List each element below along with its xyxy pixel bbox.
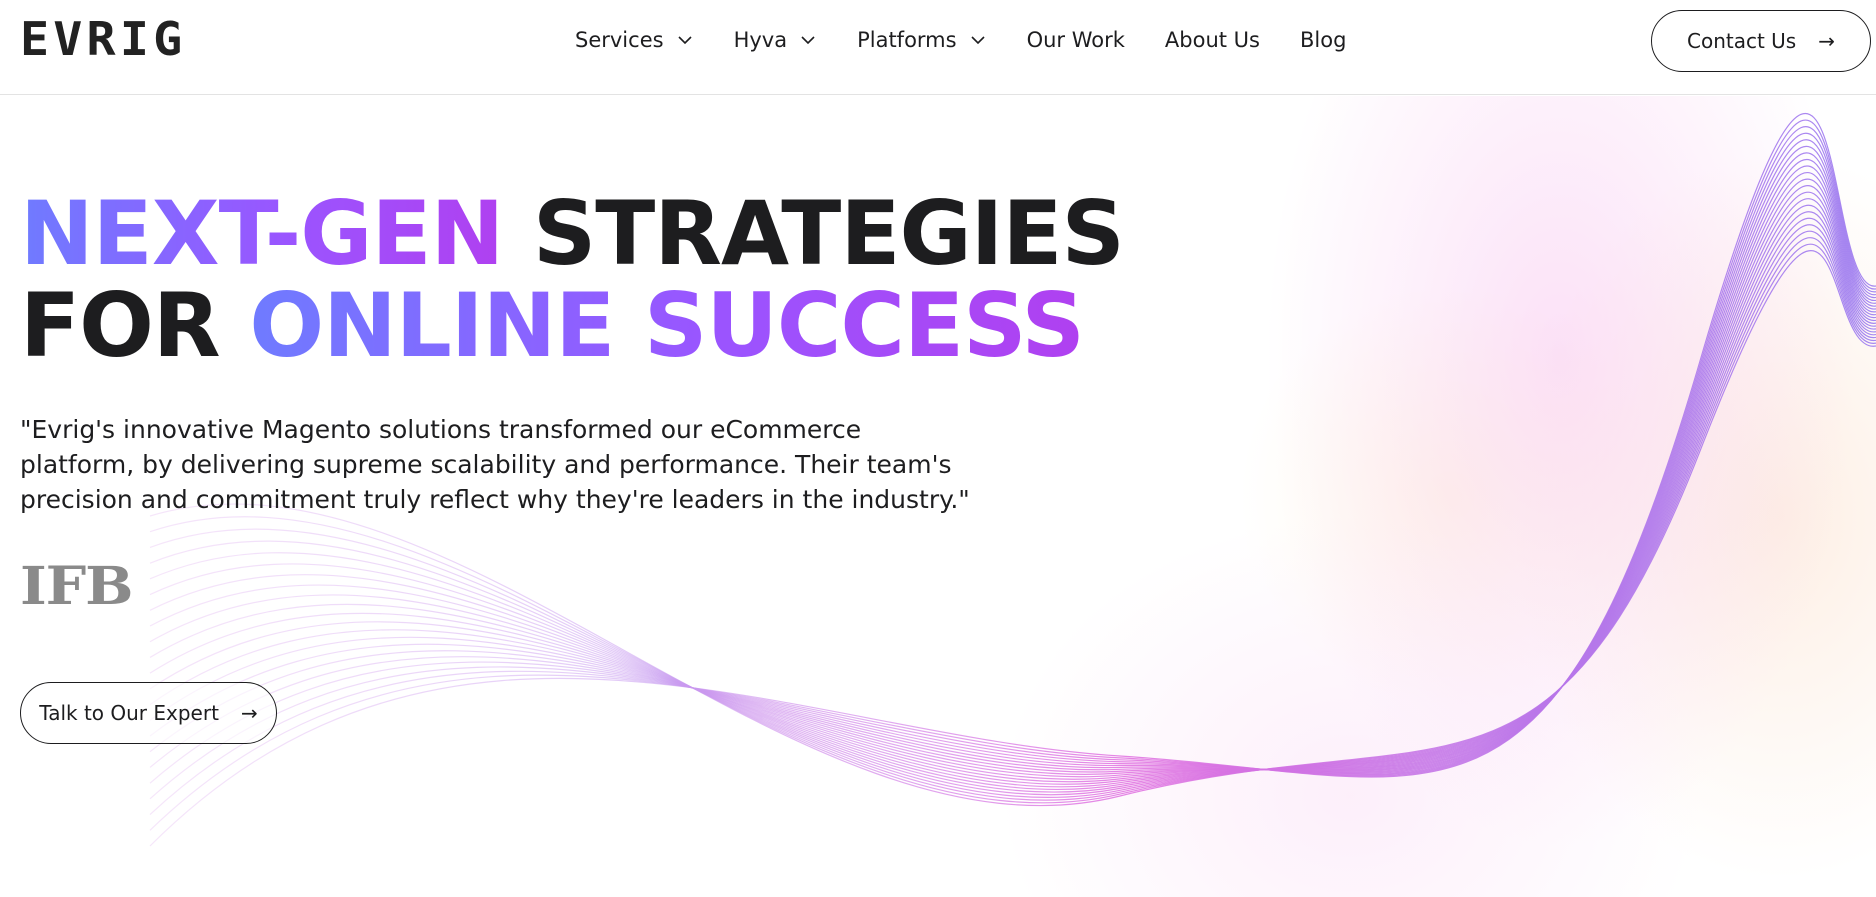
hero-headline: NEXT-GEN STRATEGIES FOR ONLINE SUCCESS: [20, 188, 1125, 372]
arrow-right-icon: →: [1818, 29, 1835, 53]
nav-item-blog[interactable]: Blog: [1300, 28, 1346, 52]
contact-us-button[interactable]: Contact Us →: [1651, 10, 1871, 72]
talk-to-expert-label: Talk to Our Expert: [39, 701, 219, 725]
nav-item-about-us[interactable]: About Us: [1165, 28, 1260, 52]
chevron-down-icon: [801, 36, 815, 45]
chevron-down-icon: [677, 36, 692, 45]
hero-section: NEXT-GEN STRATEGIES FOR ONLINE SUCCESS "…: [0, 96, 1876, 897]
evrig-logo[interactable]: EVRIG: [20, 12, 182, 66]
site-header: EVRIG Services Hyva Platforms Our Work A…: [0, 0, 1876, 95]
ifb-client-logo: IFB: [20, 556, 134, 617]
nav-label: Our Work: [1026, 28, 1125, 52]
nav-item-services[interactable]: Services: [575, 28, 694, 52]
headline-dark-part-2: FOR: [20, 274, 221, 377]
nav-item-our-work[interactable]: Our Work: [1027, 28, 1125, 52]
nav-label: About Us: [1164, 28, 1260, 52]
headline-gradient-part-1: NEXT-GEN: [20, 182, 504, 285]
contact-us-label: Contact Us: [1687, 29, 1797, 53]
talk-to-expert-button[interactable]: Talk to Our Expert →: [20, 682, 277, 744]
testimonial-quote: "Evrig's innovative Magento solutions tr…: [20, 415, 970, 514]
headline-gradient-part-2: ONLINE SUCCESS: [249, 274, 1085, 377]
main-nav: Services Hyva Platforms Our Work About U…: [575, 24, 1386, 56]
nav-item-hyva[interactable]: Hyva: [734, 28, 818, 52]
headline-dark-part-1: STRATEGIES: [532, 182, 1125, 285]
nav-label: Hyva: [733, 28, 788, 52]
nav-item-platforms[interactable]: Platforms: [857, 28, 987, 52]
nav-label: Platforms: [857, 28, 957, 52]
arrow-right-icon: →: [240, 701, 258, 725]
logo-text: EVRIG: [20, 12, 187, 66]
nav-label: Services: [575, 28, 664, 52]
chevron-down-icon: [971, 36, 985, 45]
nav-label: Blog: [1300, 28, 1347, 52]
